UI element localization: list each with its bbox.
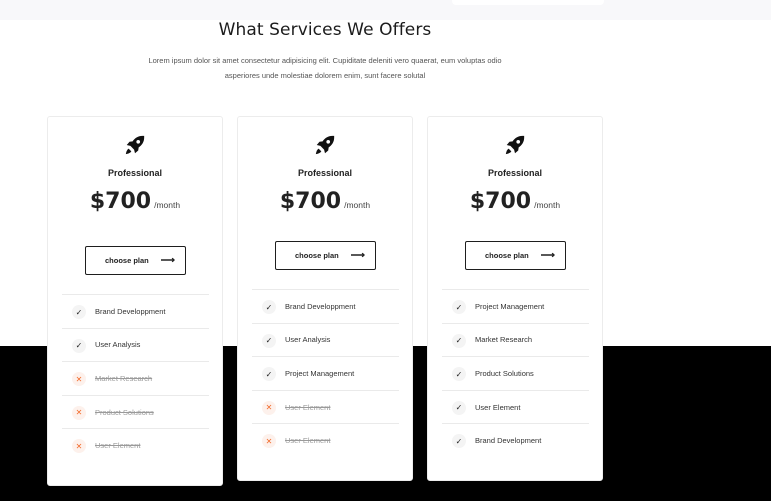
check-icon: ✓ [262, 367, 276, 382]
arrow-right-icon: ⟶ [160, 255, 175, 266]
feature-label: Brand Developpment [285, 301, 356, 311]
feature-list: ✓ Brand Developpment ✓ User Analysis ✕ Mark… [62, 294, 209, 462]
check-icon: ✓ [452, 333, 466, 348]
feature-item: ✕ Product Solutions [62, 394, 209, 429]
plan-name: Professional [487, 168, 543, 178]
check-icon: ✓ [452, 400, 466, 415]
feature-item: ✕ User Element [252, 389, 399, 424]
feature-item: ✓ Product Solutions [442, 356, 589, 390]
section-description: Lorem ipsum dolor sit amet consectetur a… [120, 53, 530, 83]
feature-label: Market Research [475, 335, 533, 345]
price-amount: $700 [469, 189, 532, 214]
price-period: /month [534, 200, 561, 210]
check-icon: ✓ [72, 305, 86, 319]
feature-label: Brand Development [475, 436, 542, 446]
feature-item: ✓ Brand Developpment [252, 289, 399, 323]
description-line-1: Lorem ipsum dolor sit amet consectetur a… [148, 56, 502, 65]
plan-name: Professional [107, 168, 163, 178]
feature-label: Project Management [475, 301, 545, 311]
feature-item: ✓ User Analysis [252, 322, 399, 357]
arrow-right-icon: ⟶ [350, 250, 365, 261]
close-icon: ✕ [72, 372, 86, 387]
top-nav-bar [0, 0, 771, 20]
plan-name: Professional [297, 168, 353, 178]
feature-item: ✕ User Element [62, 428, 209, 462]
choose-plan-label: choose plan [295, 251, 339, 260]
feature-label: Project Management [285, 368, 355, 378]
check-icon: ✓ [72, 338, 86, 353]
choose-plan-button[interactable]: choose plan ⟶ [275, 241, 376, 270]
choose-plan-label: choose plan [485, 251, 529, 260]
arrow-right-icon: ⟶ [540, 250, 555, 261]
rocket-icon [125, 135, 145, 155]
feature-label: User Analysis [95, 340, 141, 350]
check-icon: ✓ [452, 367, 466, 382]
close-icon: ✕ [72, 405, 86, 420]
choose-plan-button[interactable]: choose plan ⟶ [85, 246, 186, 275]
description-line-2: asperiores unde molestiae dolorem enim, … [224, 71, 426, 80]
feature-label: Product Solutions [475, 368, 534, 378]
close-icon: ✕ [72, 439, 86, 454]
feature-list: ✓ Brand Developpment ✓ User Analysis ✓ Proj… [252, 289, 399, 457]
feature-item: ✓ Project Management [252, 356, 399, 390]
close-icon: ✕ [262, 434, 276, 449]
price-amount: $700 [279, 189, 342, 214]
rocket-icon [505, 135, 525, 155]
feature-label: Market Research [95, 373, 153, 383]
price-amount: $700 [89, 189, 152, 214]
check-icon: ✓ [262, 300, 276, 314]
feature-item: ✓ Brand Development [442, 423, 589, 457]
feature-list: ✓ Project Management ✓ Market Research ✓ Pr… [442, 289, 589, 457]
pricing-card-3: Professional $700/month choose plan ⟶ ✓ P… [427, 116, 603, 481]
rocket-icon [315, 135, 335, 155]
feature-label: User Element [285, 436, 331, 446]
check-icon: ✓ [452, 434, 466, 449]
feature-label: User Analysis [285, 335, 331, 345]
feature-item: ✓ User Analysis [62, 327, 209, 362]
check-icon: ✓ [452, 300, 466, 314]
choose-plan-button[interactable]: choose plan ⟶ [465, 241, 566, 270]
section-title: What Services We Offers [218, 20, 432, 40]
feature-item: ✓ Brand Developpment [62, 294, 209, 328]
feature-item: ✕ Market Research [62, 361, 209, 395]
close-icon: ✕ [262, 400, 276, 415]
feature-label: User Element [95, 441, 141, 451]
price-period: /month [344, 200, 371, 210]
plan-price: $700/month [48, 189, 222, 214]
plan-price: $700/month [428, 189, 602, 214]
feature-item: ✕ User Element [252, 423, 399, 457]
nav-dropdown-edge [452, 0, 604, 5]
feature-label: Product Solutions [95, 407, 154, 417]
price-period: /month [154, 200, 181, 210]
plan-price: $700/month [238, 189, 412, 214]
choose-plan-label: choose plan [105, 256, 149, 265]
pricing-card-2: Professional $700/month choose plan ⟶ ✓ B… [237, 116, 413, 481]
feature-item: ✓ Project Management [442, 289, 589, 323]
check-icon: ✓ [262, 333, 276, 348]
pricing-card-1: Professional $700/month choose plan ⟶ ✓ B… [47, 116, 223, 486]
feature-label: User Element [285, 402, 331, 412]
feature-item: ✓ User Element [442, 389, 589, 424]
feature-label: User Element [475, 402, 521, 412]
feature-label: Brand Developpment [95, 306, 166, 316]
feature-item: ✓ Market Research [442, 322, 589, 357]
